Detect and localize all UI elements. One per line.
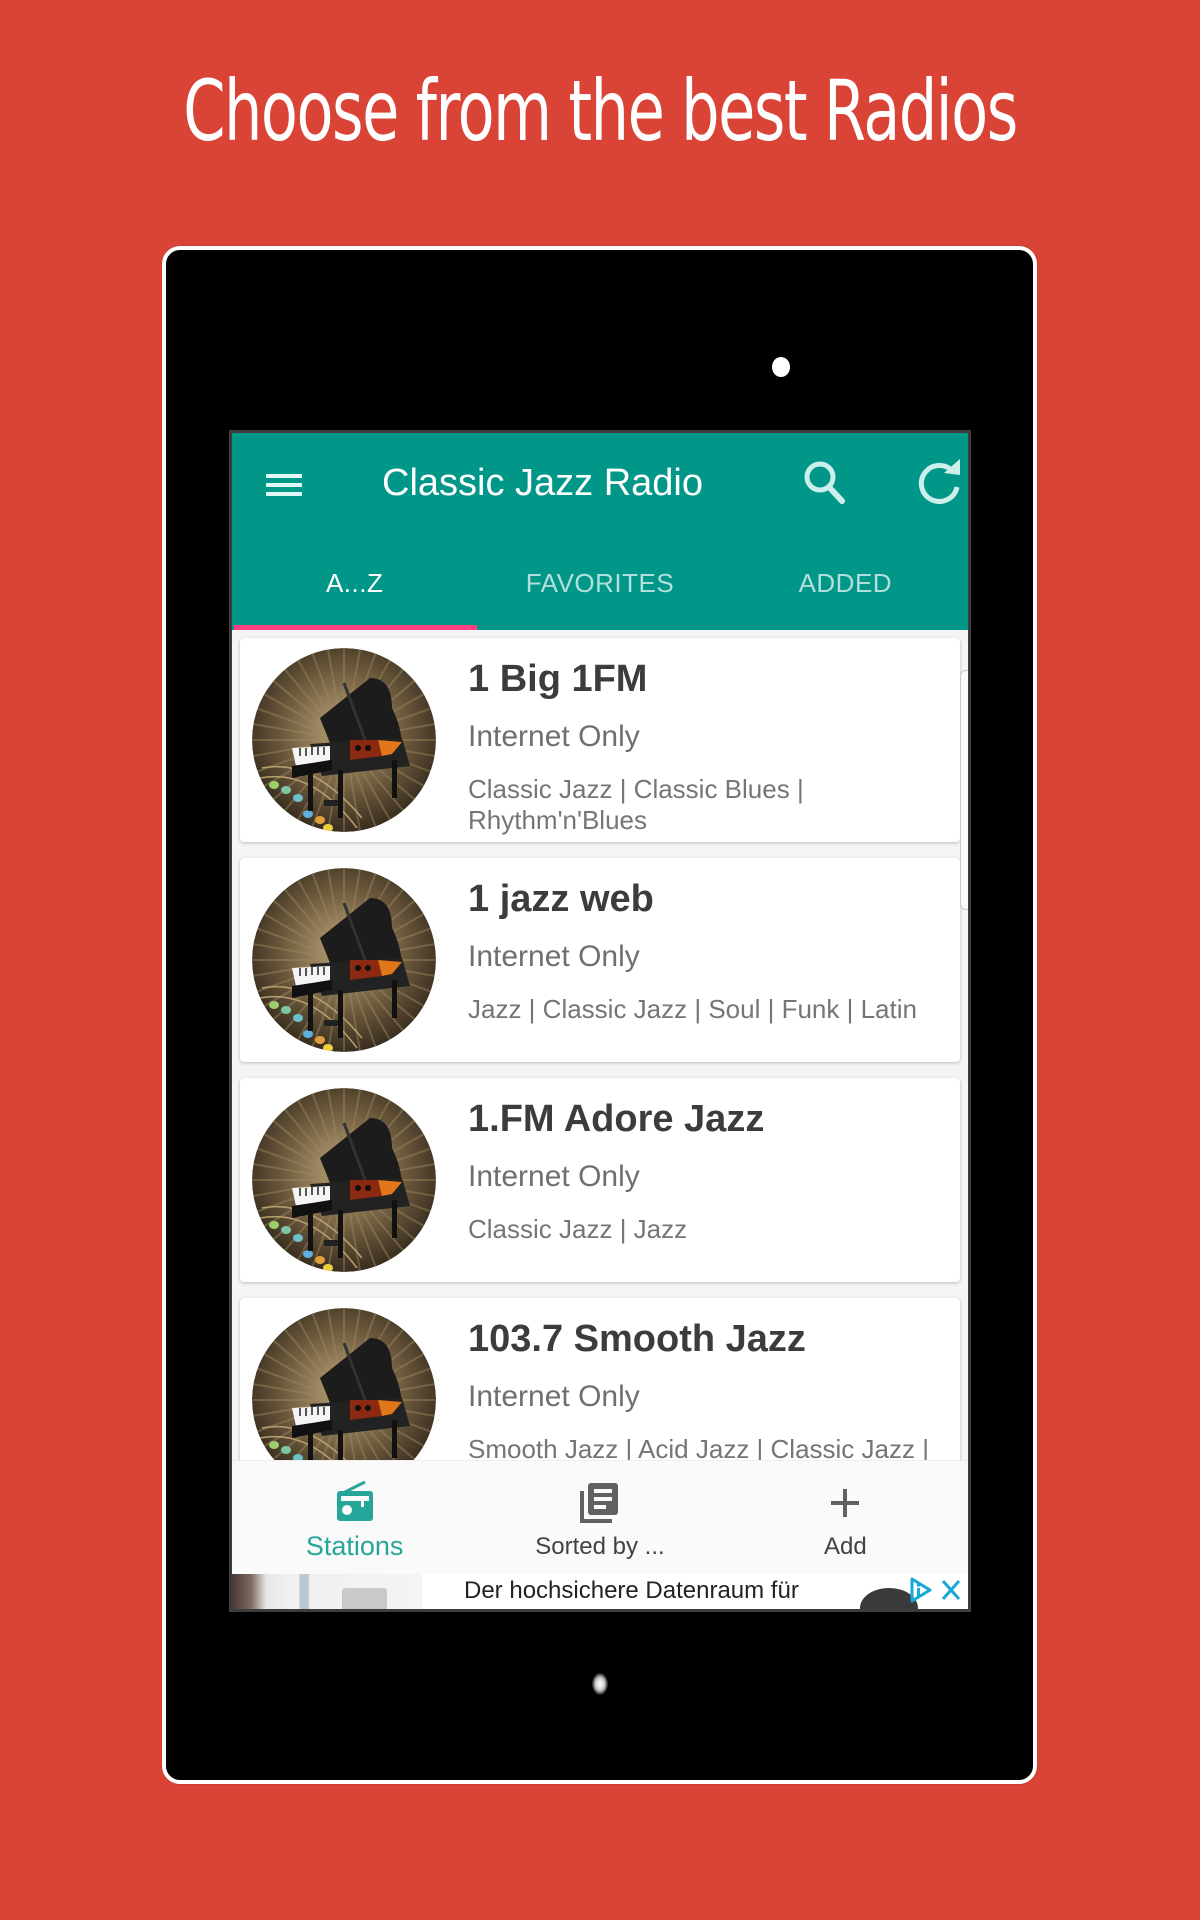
ad-choices-icon[interactable] <box>908 1576 934 1604</box>
station-genres: Smooth Jazz | Acid Jazz | Classic Jazz | <box>468 1434 929 1460</box>
nav-label: Stations <box>305 1531 404 1561</box>
nav-add[interactable]: Add <box>723 1461 968 1574</box>
nav-label: Sorted by ... <box>535 1533 665 1560</box>
tab-favorites[interactable]: FAVORITES <box>477 543 722 630</box>
station-list: 1 Big 1FM Internet Only Classic Jazz | C… <box>232 630 968 1460</box>
station-card[interactable]: 1 Big 1FM Internet Only Classic Jazz | C… <box>240 638 960 842</box>
station-genres: Classic Jazz | Jazz <box>468 1214 688 1244</box>
library-books-icon <box>579 1483 618 1523</box>
grand-piano-logo-icon <box>252 648 436 832</box>
station-genres: Classic Jazz | Classic Blues | Rhythm'n'… <box>468 774 804 835</box>
tablet-camera <box>772 357 790 377</box>
ad-banner[interactable]: Der hochsichere Datenraum für <box>232 1574 968 1609</box>
station-card[interactable]: 1.FM Adore Jazz Internet Only Classic Ja… <box>240 1078 960 1282</box>
station-card[interactable]: 103.7 Smooth Jazz Internet Only Smooth J… <box>240 1298 960 1460</box>
refresh-icon <box>918 459 960 504</box>
tab-added[interactable]: ADDED <box>723 543 968 630</box>
tablet-home-indicator <box>592 1673 608 1695</box>
nav-stations[interactable]: Stations <box>232 1461 477 1574</box>
nav-sorted-by[interactable]: Sorted by ... <box>477 1461 722 1574</box>
station-name: 1 Big 1FM <box>468 658 648 700</box>
app-bar: Classic Jazz Radio A...Z FAVORITES ADDED <box>232 433 968 630</box>
plus-icon <box>831 1489 860 1517</box>
hamburger-menu-icon[interactable] <box>262 463 306 507</box>
station-location: Internet Only <box>468 940 640 973</box>
station-card[interactable]: 1 jazz web Internet Only Jazz | Classic … <box>240 858 960 1062</box>
search-icon <box>804 461 845 504</box>
station-name: 1 jazz web <box>468 878 654 920</box>
station-name: 1.FM Adore Jazz <box>468 1098 765 1140</box>
radio-icon <box>336 1480 373 1521</box>
ad-image-laptop <box>342 1588 387 1609</box>
refresh-button[interactable] <box>908 451 968 515</box>
app-screen: Classic Jazz Radio A...Z FAVORITES ADDED <box>229 430 971 1612</box>
station-name: 103.7 Smooth Jazz <box>468 1318 806 1360</box>
station-location: Internet Only <box>468 720 640 753</box>
station-genres: Jazz | Classic Jazz | Soul | Funk | Lati… <box>468 994 917 1024</box>
promo-headline: Choose from the best Radios <box>183 62 1018 160</box>
tab-a-z[interactable]: A...Z <box>232 543 478 630</box>
grand-piano-logo-icon <box>252 868 436 1052</box>
station-location: Internet Only <box>468 1160 640 1193</box>
scrollbar-thumb[interactable] <box>960 670 968 910</box>
grand-piano-logo-icon <box>252 1088 436 1272</box>
search-button[interactable] <box>794 451 858 515</box>
grand-piano-logo-icon <box>252 1308 436 1460</box>
ad-text: Der hochsichere Datenraum für <box>464 1577 799 1604</box>
app-title: Classic Jazz Radio <box>382 462 703 504</box>
bottom-navigation: Stations Sorted by ... Add <box>232 1460 968 1574</box>
ad-image <box>232 1574 422 1609</box>
close-icon[interactable] <box>938 1576 964 1604</box>
nav-label: Add <box>823 1533 867 1560</box>
station-location: Internet Only <box>468 1380 640 1413</box>
tab-bar: A...Z FAVORITES ADDED <box>232 543 968 630</box>
